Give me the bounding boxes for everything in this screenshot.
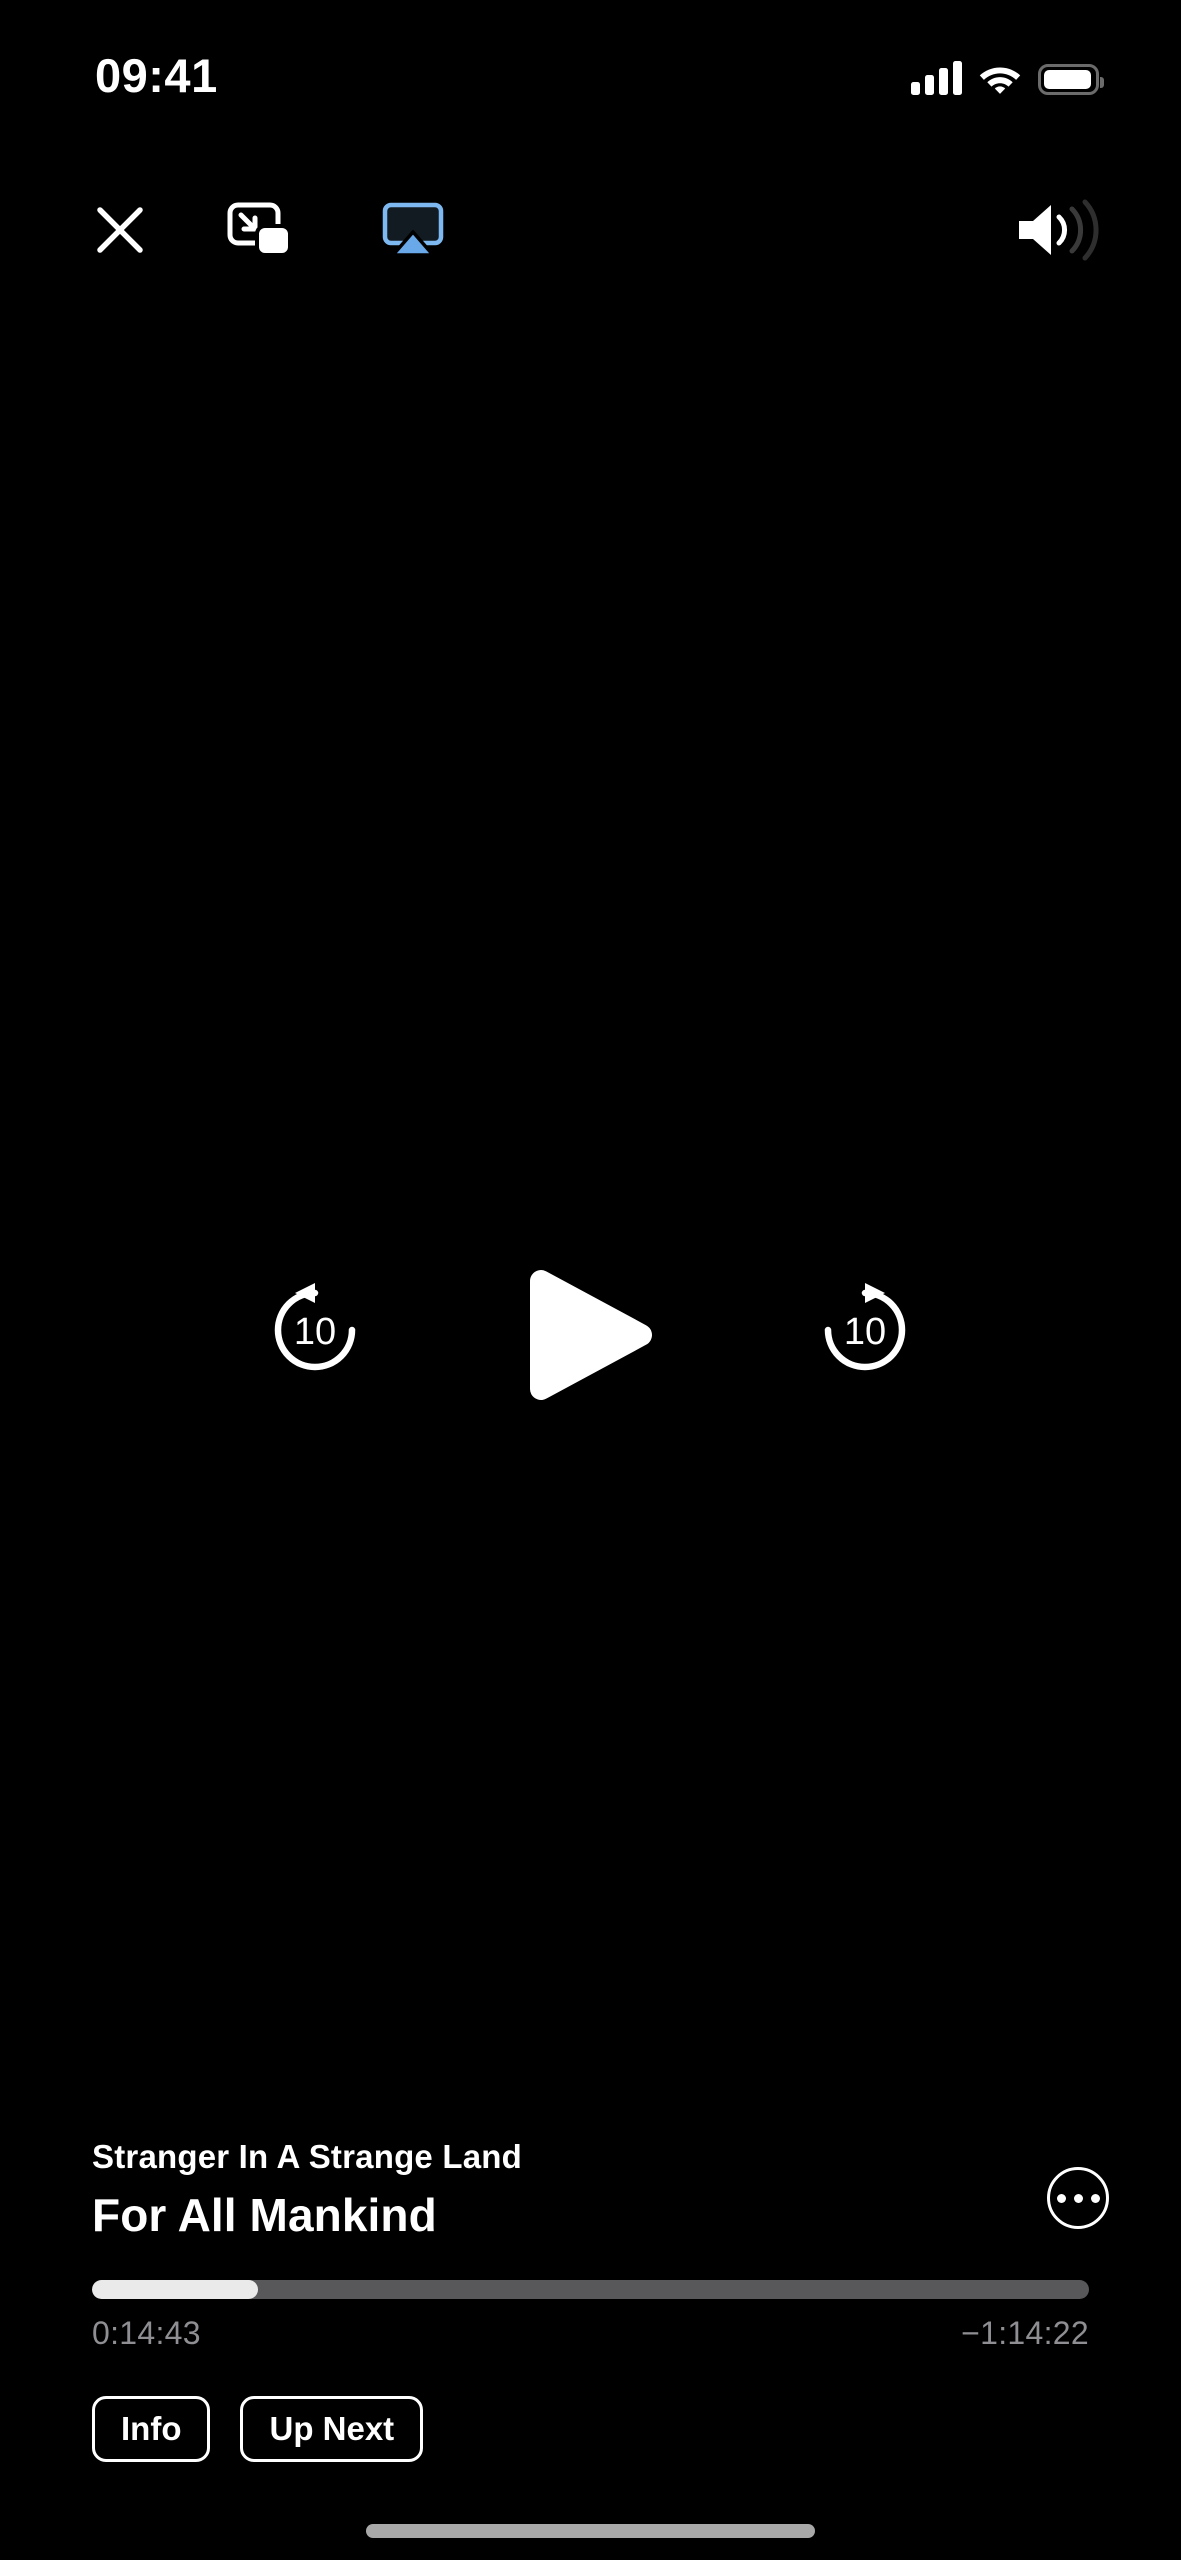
svg-text:10: 10 xyxy=(294,1311,336,1353)
info-button[interactable]: Info xyxy=(92,2395,211,2462)
show-title: For All Mankind xyxy=(92,2188,437,2241)
status-bar-clock: 09:41 xyxy=(95,49,218,102)
elapsed-time: 0:14:43 xyxy=(92,2314,201,2351)
play-icon xyxy=(530,1270,652,1400)
playback-controls: 10 10 xyxy=(0,1240,1181,1420)
status-bar-indicators xyxy=(911,55,1104,95)
close-button[interactable] xyxy=(80,190,160,270)
airplay-icon xyxy=(382,202,444,257)
skip-back-10-button[interactable]: 10 xyxy=(250,1265,380,1395)
bottom-panel: Stranger In A Strange Land For All Manki… xyxy=(0,2137,1181,2560)
svg-text:10: 10 xyxy=(844,1311,886,1353)
close-icon xyxy=(97,207,143,253)
wifi-icon xyxy=(979,67,1021,94)
status-bar: 09:41 xyxy=(0,0,1181,120)
home-indicator[interactable] xyxy=(366,2524,815,2538)
skip-forward-10-icon: 10 xyxy=(824,1283,906,1371)
up-next-button[interactable]: Up Next xyxy=(240,2395,424,2462)
episode-title: Stranger In A Strange Land xyxy=(92,2138,522,2176)
top-control-bar xyxy=(0,190,1181,290)
progress-fill xyxy=(92,2279,258,2299)
airplay-button[interactable] xyxy=(373,190,453,270)
progress-scrubber[interactable] xyxy=(92,2279,1089,2299)
skip-forward-10-button[interactable]: 10 xyxy=(800,1265,930,1395)
skip-back-10-icon: 10 xyxy=(274,1283,356,1371)
video-player-screen: 09:41 10 10 Stranger In A Strange Land F… xyxy=(0,0,1181,2560)
now-playing-metadata: Stranger In A Strange Land For All Manki… xyxy=(0,2137,1181,2241)
volume-icon xyxy=(1019,199,1099,261)
cellular-bars-icon xyxy=(911,61,962,95)
time-labels: 0:14:43 −1:14:22 xyxy=(92,2315,1089,2352)
remaining-time: −1:14:22 xyxy=(961,2314,1089,2351)
volume-button[interactable] xyxy=(1006,190,1116,270)
progress-section: 0:14:43 −1:14:22 xyxy=(92,2279,1089,2352)
more-options-dot xyxy=(1090,2193,1100,2203)
more-options-dot xyxy=(1073,2193,1083,2203)
play-button[interactable] xyxy=(500,1245,680,1425)
action-buttons: Info Up Next xyxy=(92,2395,1089,2462)
battery-icon xyxy=(1038,64,1104,95)
picture-in-picture-icon xyxy=(227,202,292,257)
more-options-dot xyxy=(1056,2193,1066,2203)
more-options-button[interactable] xyxy=(1047,2167,1109,2230)
picture-in-picture-button[interactable] xyxy=(220,190,300,270)
